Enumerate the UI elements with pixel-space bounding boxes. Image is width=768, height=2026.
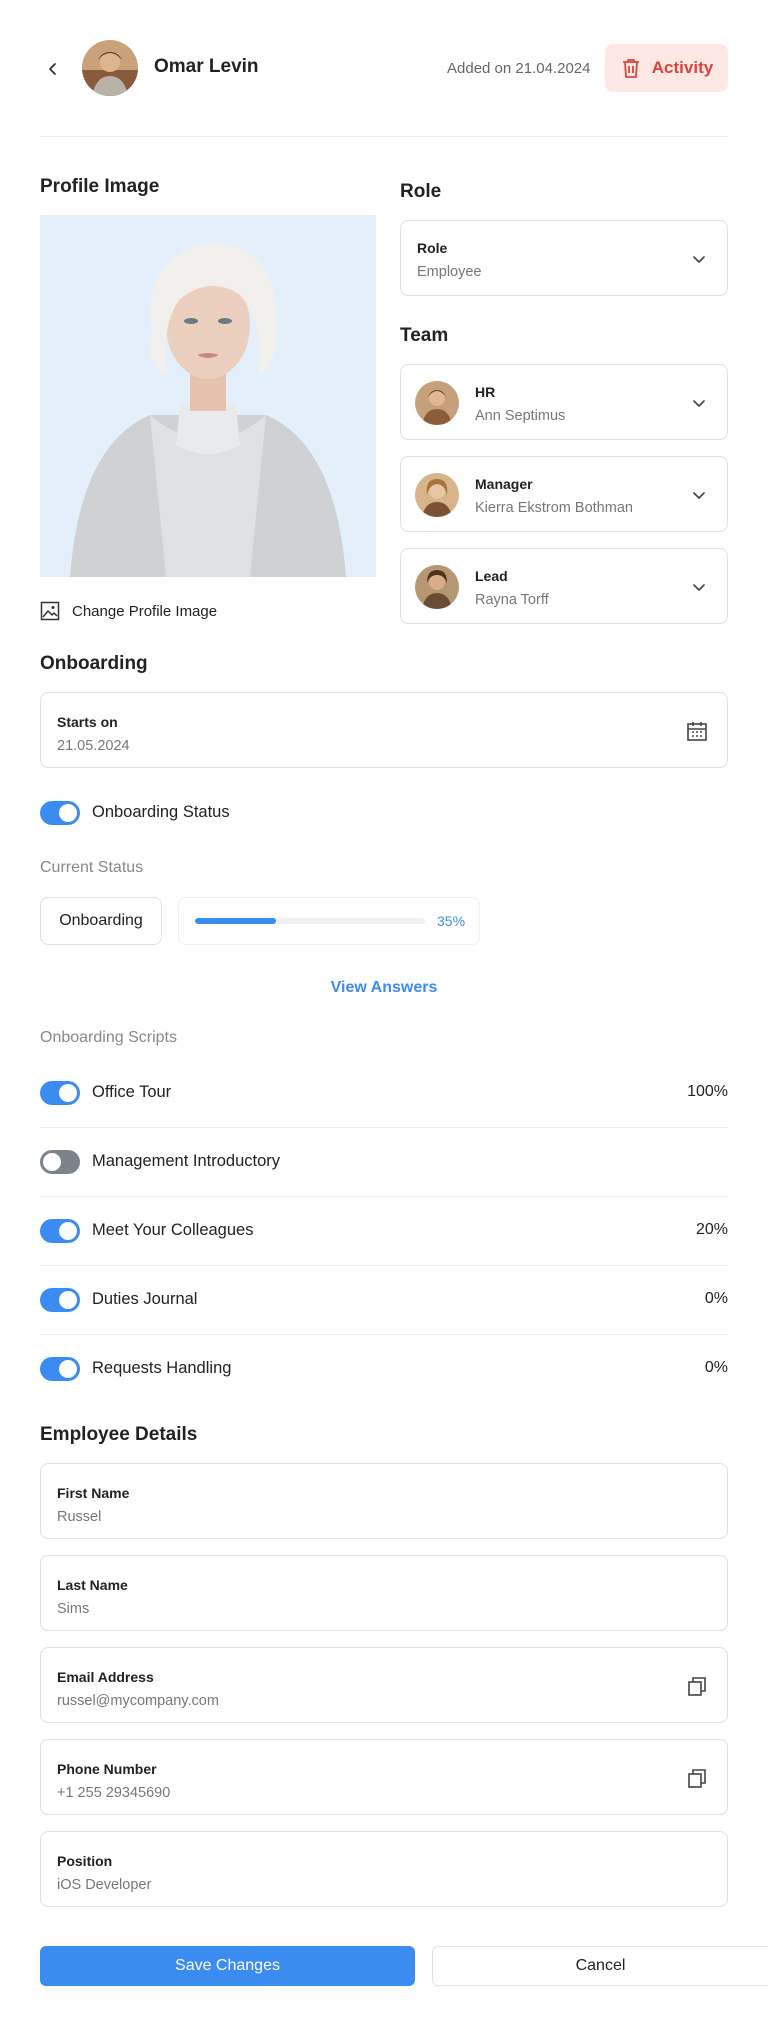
view-answers-link[interactable]: View Answers (0, 979, 768, 997)
progress-fill (195, 918, 276, 924)
copy-icon[interactable] (685, 1674, 709, 1698)
onboarding-title: Onboarding (40, 653, 148, 674)
toggle-knob (43, 1153, 61, 1171)
first-name-field[interactable]: First Name Russel (40, 1463, 728, 1539)
role-select[interactable]: Role Employee (400, 220, 728, 296)
field-label: First Name (57, 1485, 130, 1501)
toggle-knob (59, 804, 77, 822)
cancel-button-label: Cancel (575, 1957, 626, 1974)
toggle-knob (59, 1222, 77, 1240)
profile-image (40, 215, 376, 577)
field-label: Email Address (57, 1669, 154, 1685)
copy-icon[interactable] (685, 1766, 709, 1790)
trash-icon (622, 59, 639, 78)
save-button-label: Save Changes (175, 1957, 280, 1974)
email-address-field[interactable]: Email Address russel@mycompany.com (40, 1647, 728, 1723)
change-profile-image-label: Change Profile Image (72, 602, 218, 620)
employee-name: Omar Levin (154, 56, 259, 77)
avatar (415, 381, 459, 425)
team-manager-select[interactable]: Manager Kierra Ekstrom Bothman (400, 456, 728, 532)
phone-number-field[interactable]: Phone Number +1 255 29345690 (40, 1739, 728, 1815)
calendar-icon[interactable] (685, 719, 709, 743)
field-value: +1 255 29345690 (57, 1785, 171, 1801)
script-row: Office Tour 100% (40, 1059, 728, 1127)
field-value: iOS Developer (57, 1877, 152, 1893)
script-toggle[interactable] (40, 1081, 80, 1105)
avatar (415, 565, 459, 609)
onboarding-status-toggle[interactable] (40, 801, 80, 825)
toggle-knob (59, 1360, 77, 1378)
field-label: Last Name (57, 1577, 128, 1593)
avatar (415, 473, 459, 517)
script-percent: 100% (687, 1083, 728, 1100)
chevron-down-icon (693, 584, 705, 591)
team-lead-select[interactable]: Lead Rayna Torff (400, 548, 728, 624)
script-row: Meet Your Colleagues 20% (40, 1197, 728, 1265)
back-button[interactable] (40, 56, 66, 82)
team-hr-value: Ann Septimus (475, 408, 566, 424)
toggle-knob (59, 1291, 77, 1309)
activity-button[interactable]: Activity (605, 44, 728, 92)
header-divider (40, 136, 728, 137)
starts-on-label: Starts on (57, 714, 118, 730)
chevron-left-icon (49, 63, 56, 75)
script-label: Duties Journal (92, 1290, 198, 1308)
team-manager-label: Manager (475, 476, 533, 492)
employee-details-title: Employee Details (40, 1424, 198, 1445)
activity-label: Activity (651, 58, 714, 77)
onboarding-status-label: Onboarding Status (92, 803, 230, 821)
current-status-title: Current Status (40, 859, 144, 876)
field-value: russel@mycompany.com (57, 1693, 219, 1709)
team-lead-label: Lead (475, 568, 508, 584)
toggle-knob (59, 1084, 77, 1102)
save-button[interactable]: Save Changes (40, 1946, 415, 1986)
team-hr-label: HR (475, 384, 496, 400)
script-row: Duties Journal 0% (40, 1266, 728, 1334)
script-toggle[interactable] (40, 1219, 80, 1243)
change-profile-image-button[interactable]: Change Profile Image (40, 601, 217, 621)
onboarding-scripts-title: Onboarding Scripts (40, 1029, 177, 1046)
team-manager-value: Kierra Ekstrom Bothman (475, 500, 633, 516)
script-label: Office Tour (92, 1083, 172, 1101)
chevron-down-icon (693, 400, 705, 407)
role-value: Employee (417, 264, 482, 280)
cancel-button[interactable]: Cancel (432, 1946, 768, 1986)
onboarding-progress: 35% (178, 897, 480, 945)
team-lead-value: Rayna Torff (475, 592, 549, 608)
role-title: Role (400, 181, 442, 202)
chevron-down-icon (693, 256, 705, 263)
script-label: Management Introductory (92, 1152, 281, 1170)
added-on-date: Added on 21.04.2024 (447, 60, 591, 77)
field-label: Position (57, 1853, 113, 1869)
script-percent: 0% (704, 1359, 728, 1376)
progress-percent: 35% (437, 913, 466, 929)
script-toggle[interactable] (40, 1288, 80, 1312)
field-value: Russel (57, 1509, 102, 1525)
current-status-select[interactable]: Onboarding (40, 897, 162, 945)
position-field[interactable]: Position iOS Developer (40, 1831, 728, 1907)
avatar (82, 40, 138, 96)
script-row: Requests Handling 0% (40, 1335, 728, 1403)
script-label: Requests Handling (92, 1359, 232, 1377)
image-icon (40, 601, 60, 621)
chevron-down-icon (693, 492, 705, 499)
script-percent: 20% (695, 1221, 728, 1238)
script-percent: 0% (704, 1290, 728, 1307)
starts-on-field[interactable]: Starts on 21.05.2024 (40, 692, 728, 768)
script-toggle[interactable] (40, 1357, 80, 1381)
field-label: Phone Number (57, 1761, 157, 1777)
team-title: Team (400, 325, 449, 346)
script-toggle[interactable] (40, 1150, 80, 1174)
script-label: Meet Your Colleagues (92, 1221, 254, 1239)
team-hr-select[interactable]: HR Ann Septimus (400, 364, 728, 440)
script-row: Management Introductory (40, 1128, 728, 1196)
field-value: Sims (57, 1601, 90, 1617)
role-label: Role (417, 240, 448, 256)
current-status-value: Onboarding (59, 912, 143, 929)
profile-image-title: Profile Image (40, 176, 160, 197)
starts-on-value: 21.05.2024 (57, 738, 130, 754)
last-name-field[interactable]: Last Name Sims (40, 1555, 728, 1631)
progress-track (195, 918, 425, 924)
